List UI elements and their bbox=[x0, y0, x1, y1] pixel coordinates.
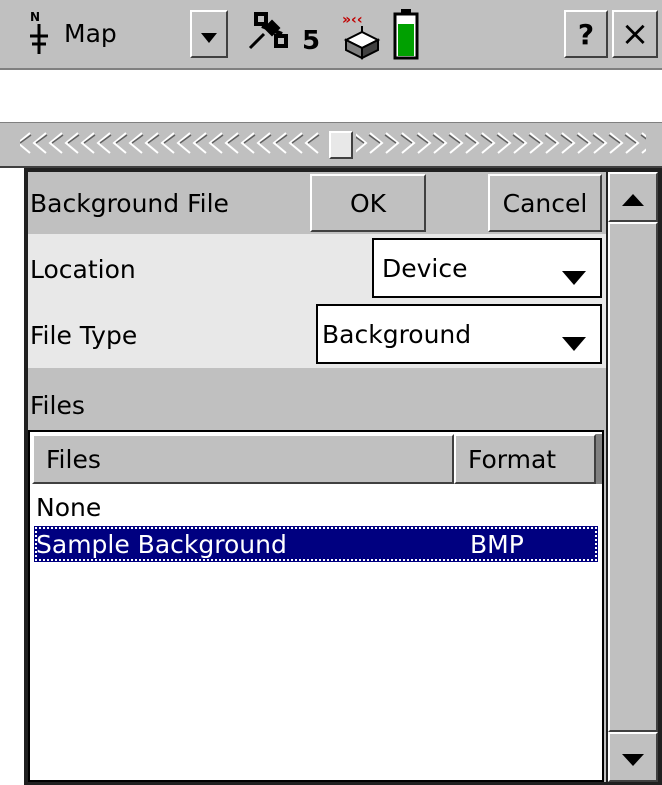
satellite-icon bbox=[248, 8, 296, 62]
satellite-status[interactable]: 5 bbox=[248, 8, 328, 62]
help-icon: ? bbox=[577, 17, 595, 51]
form-heading: Background File bbox=[30, 188, 229, 218]
location-select[interactable]: Device bbox=[372, 238, 602, 298]
close-button[interactable]: × bbox=[612, 10, 658, 58]
splitter-bar[interactable] bbox=[0, 122, 662, 168]
chevron-down-icon bbox=[201, 20, 217, 49]
column-header-format-label: Format bbox=[468, 444, 557, 474]
file-name-cell: None bbox=[36, 492, 102, 522]
north-arrow-icon: N bbox=[28, 10, 50, 54]
file-list[interactable]: Files Format None Sample Background BMP bbox=[28, 430, 604, 782]
column-header-filler bbox=[596, 434, 602, 484]
battery-icon[interactable] bbox=[392, 8, 420, 60]
north-label: N bbox=[30, 10, 41, 24]
column-header-format[interactable]: Format bbox=[454, 434, 596, 484]
files-section-label: Files bbox=[30, 390, 85, 420]
help-button[interactable]: ? bbox=[564, 10, 608, 58]
receiver-signal-icon[interactable]: »‹‹ bbox=[338, 10, 386, 60]
scroll-down-button[interactable] bbox=[608, 732, 658, 782]
scroll-thumb[interactable] bbox=[608, 222, 658, 732]
scroll-up-button[interactable] bbox=[608, 172, 658, 222]
arrow-up-icon bbox=[622, 183, 644, 212]
ok-button[interactable]: OK bbox=[310, 174, 426, 232]
status-strip bbox=[0, 72, 662, 122]
file-type-select[interactable]: Background bbox=[316, 304, 602, 364]
satellite-count: 5 bbox=[302, 26, 321, 56]
vertical-scrollbar[interactable] bbox=[608, 172, 658, 782]
map-menu-button[interactable]: N Map bbox=[6, 6, 186, 60]
splitter-handle[interactable] bbox=[329, 131, 353, 159]
location-label: Location bbox=[30, 254, 136, 284]
column-header-files[interactable]: Files bbox=[32, 434, 454, 484]
chevron-down-icon bbox=[562, 328, 586, 357]
file-format-cell: BMP bbox=[470, 529, 524, 559]
chevron-down-icon bbox=[562, 262, 586, 291]
table-row[interactable]: None bbox=[34, 490, 598, 524]
table-row-selected[interactable]: Sample Background BMP bbox=[34, 526, 598, 562]
arrow-down-icon bbox=[622, 743, 644, 772]
column-header-files-label: Files bbox=[46, 444, 101, 474]
location-select-value: Device bbox=[382, 253, 468, 283]
close-icon: × bbox=[620, 14, 650, 54]
file-name-cell: Sample Background bbox=[36, 529, 287, 559]
app-title: Map bbox=[64, 18, 117, 48]
svg-text:»‹‹: »‹‹ bbox=[342, 12, 363, 28]
file-type-label: File Type bbox=[30, 320, 138, 350]
cancel-button[interactable]: Cancel bbox=[488, 174, 602, 232]
file-type-select-value: Background bbox=[322, 319, 472, 349]
app-dropdown-button[interactable] bbox=[190, 10, 228, 58]
